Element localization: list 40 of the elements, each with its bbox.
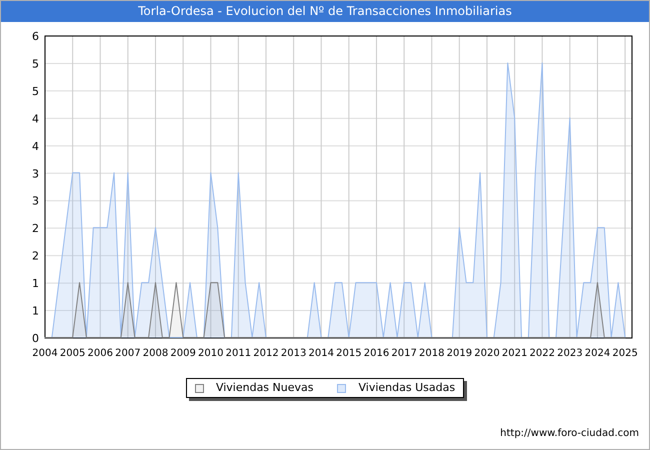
x-tick-label: 2012 bbox=[253, 348, 279, 359]
legend-label: Viviendas Usadas bbox=[358, 380, 456, 396]
x-tick-label: 2015 bbox=[336, 348, 362, 359]
x-tick-label: 2022 bbox=[530, 348, 555, 359]
x-tick-label: 2010 bbox=[198, 348, 224, 359]
x-tick-label: 2007 bbox=[115, 348, 141, 359]
y-tick-label: 3 bbox=[32, 167, 39, 180]
x-tick-label: 2009 bbox=[170, 348, 196, 359]
y-tick-label: 0 bbox=[32, 332, 39, 345]
y-tick-label: 3 bbox=[32, 194, 39, 208]
legend-swatch bbox=[337, 384, 346, 392]
footer-url: http://www.foro-ciudad.com bbox=[500, 427, 639, 441]
y-tick-label: 1 bbox=[32, 277, 39, 290]
y-tick-label: 2 bbox=[32, 250, 39, 263]
window-title: Torla-Ordesa - Evolucion del Nº de Transacciones Inmobiliarias bbox=[1, 1, 649, 22]
y-tick-label: 5 bbox=[32, 57, 39, 70]
x-tick-label: 2011 bbox=[226, 348, 252, 359]
y-tick-label: 1 bbox=[32, 304, 39, 318]
y-tick-label: 5 bbox=[32, 84, 39, 98]
x-tick-label: 2004 bbox=[32, 348, 58, 359]
x-tick-label: 2016 bbox=[364, 348, 390, 359]
y-tick-label: 2 bbox=[32, 222, 39, 236]
x-tick-label: 2020 bbox=[474, 348, 500, 359]
x-tick-label: 2013 bbox=[280, 348, 306, 359]
x-tick-label: 2023 bbox=[557, 348, 583, 359]
x-tick-label: 2021 bbox=[502, 348, 528, 359]
x-tick-label: 2018 bbox=[419, 348, 444, 359]
legend-label: Viviendas Nuevas bbox=[216, 380, 314, 396]
x-tick-label: 2008 bbox=[142, 348, 168, 359]
x-tick-label: 2025 bbox=[612, 348, 638, 359]
x-tick-label: 2006 bbox=[88, 348, 113, 359]
x-tick-label: 2019 bbox=[446, 348, 472, 359]
x-tick-label: 2005 bbox=[60, 348, 86, 359]
y-tick-label: 4 bbox=[32, 112, 39, 126]
y-tick-label: 4 bbox=[32, 140, 39, 153]
x-tick-label: 2024 bbox=[584, 348, 610, 359]
x-tick-label: 2014 bbox=[308, 348, 334, 359]
legend-swatch bbox=[194, 384, 204, 392]
x-tick-label: 2017 bbox=[391, 348, 417, 359]
y-tick-label: 6 bbox=[32, 30, 39, 43]
